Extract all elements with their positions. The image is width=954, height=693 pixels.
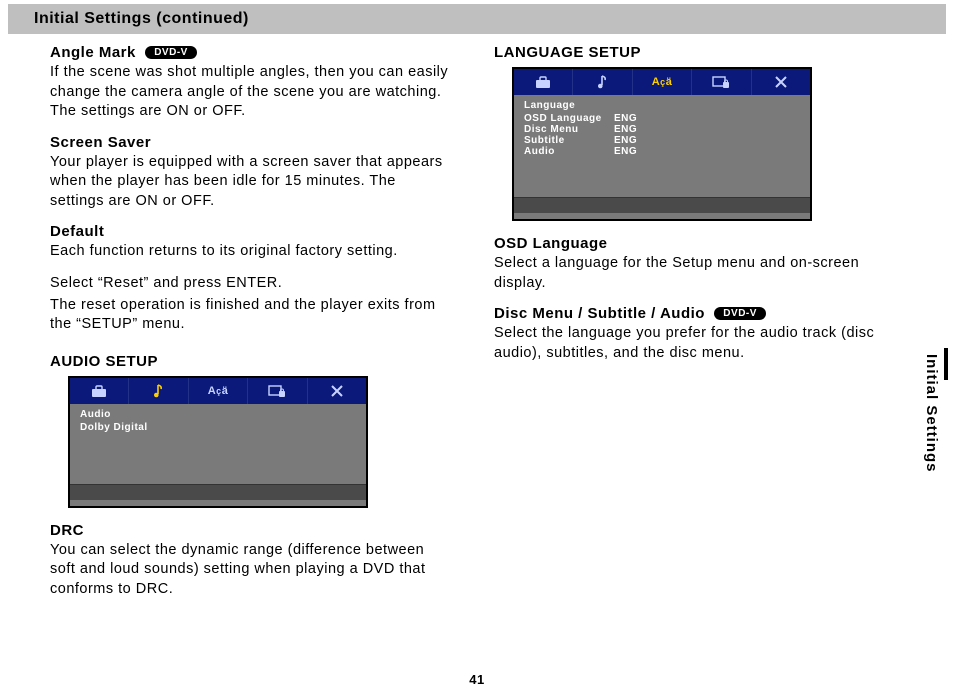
toolbox-icon [514, 69, 573, 95]
language-osd-footer [514, 197, 810, 213]
audio-osd-body: Audio Dolby Digital [70, 404, 366, 484]
audio-osd-row-label: Dolby Digital [80, 422, 170, 433]
default-line3: The reset operation is finished and the … [50, 296, 454, 335]
page-header: Initial Settings (continued) [8, 4, 946, 34]
screen-lock-icon [248, 378, 307, 404]
side-tab-label: Initial Settings [923, 354, 940, 473]
right-column: LANGUAGE SETUP Açä Language [494, 44, 914, 611]
audio-setup-panel: Açä Audio Dolby Digital [68, 376, 368, 508]
language-aa-icon: Açä [189, 378, 248, 404]
disc-menu-text: Select the language you prefer for the a… [494, 324, 914, 363]
dvd-v-badge: DVD-V [714, 307, 766, 320]
drc-title: DRC [50, 522, 454, 539]
left-column: Angle Mark DVD-V If the scene was shot m… [50, 44, 454, 611]
language-osd-header: Language [522, 98, 802, 113]
screen-lock-icon [692, 69, 751, 95]
side-indicator-bar [944, 348, 948, 380]
music-note-icon [573, 69, 632, 95]
angle-mark-title-text: Angle Mark [50, 44, 136, 61]
disc-menu-title: Disc Menu / Subtitle / Audio DVD-V [494, 305, 914, 322]
language-osd-row: Disc Menu ENG [522, 124, 802, 135]
language-osd-row: Subtitle ENG [522, 135, 802, 146]
osd-row-key: Audio [524, 146, 614, 157]
language-aa-icon: Açä [633, 69, 692, 95]
osd-row-val: ENG [614, 135, 637, 146]
dvd-v-badge: DVD-V [145, 46, 197, 59]
osd-tab-bar: Açä [514, 69, 810, 95]
audio-osd-header: Audio [78, 407, 358, 422]
osd-row-key: Subtitle [524, 135, 614, 146]
osd-row-key: Disc Menu [524, 124, 614, 135]
screen-saver-title: Screen Saver [50, 134, 454, 151]
default-line1: Each function returns to its original fa… [50, 242, 454, 262]
toolbox-icon [70, 378, 129, 404]
audio-setup-title: AUDIO SETUP [50, 353, 454, 370]
audio-osd-footer [70, 484, 366, 500]
osd-row-val: ENG [614, 146, 637, 157]
angle-mark-title: Angle Mark DVD-V [50, 44, 454, 61]
language-osd-row: OSD Language ENG [522, 113, 802, 124]
osd-row-val: ENG [614, 124, 637, 135]
close-x-icon [752, 69, 810, 95]
page-number: 41 [0, 672, 954, 687]
osd-row-key: OSD Language [524, 113, 614, 124]
language-setup-panel: Açä Language OSD Language ENG Disc Menu … [512, 67, 812, 221]
drc-text: You can select the dynamic range (differ… [50, 541, 454, 600]
language-osd-row: Audio ENG [522, 146, 802, 157]
screen-saver-text: Your player is equipped with a screen sa… [50, 153, 454, 212]
default-line2: Select “Reset” and press ENTER. [50, 274, 454, 294]
close-x-icon [308, 378, 366, 404]
osd-tab-bar: Açä [70, 378, 366, 404]
content-columns: Angle Mark DVD-V If the scene was shot m… [0, 44, 954, 611]
osd-language-text: Select a language for the Setup menu and… [494, 254, 914, 293]
music-note-icon [129, 378, 188, 404]
osd-language-title: OSD Language [494, 235, 914, 252]
angle-mark-text: If the scene was shot multiple angles, t… [50, 63, 454, 122]
osd-row-val: ENG [614, 113, 637, 124]
language-osd-body: Language OSD Language ENG Disc Menu ENG … [514, 95, 810, 197]
audio-osd-row: Dolby Digital [78, 422, 358, 433]
language-setup-title: LANGUAGE SETUP [494, 44, 914, 61]
default-title: Default [50, 223, 454, 240]
disc-menu-title-text: Disc Menu / Subtitle / Audio [494, 305, 705, 322]
